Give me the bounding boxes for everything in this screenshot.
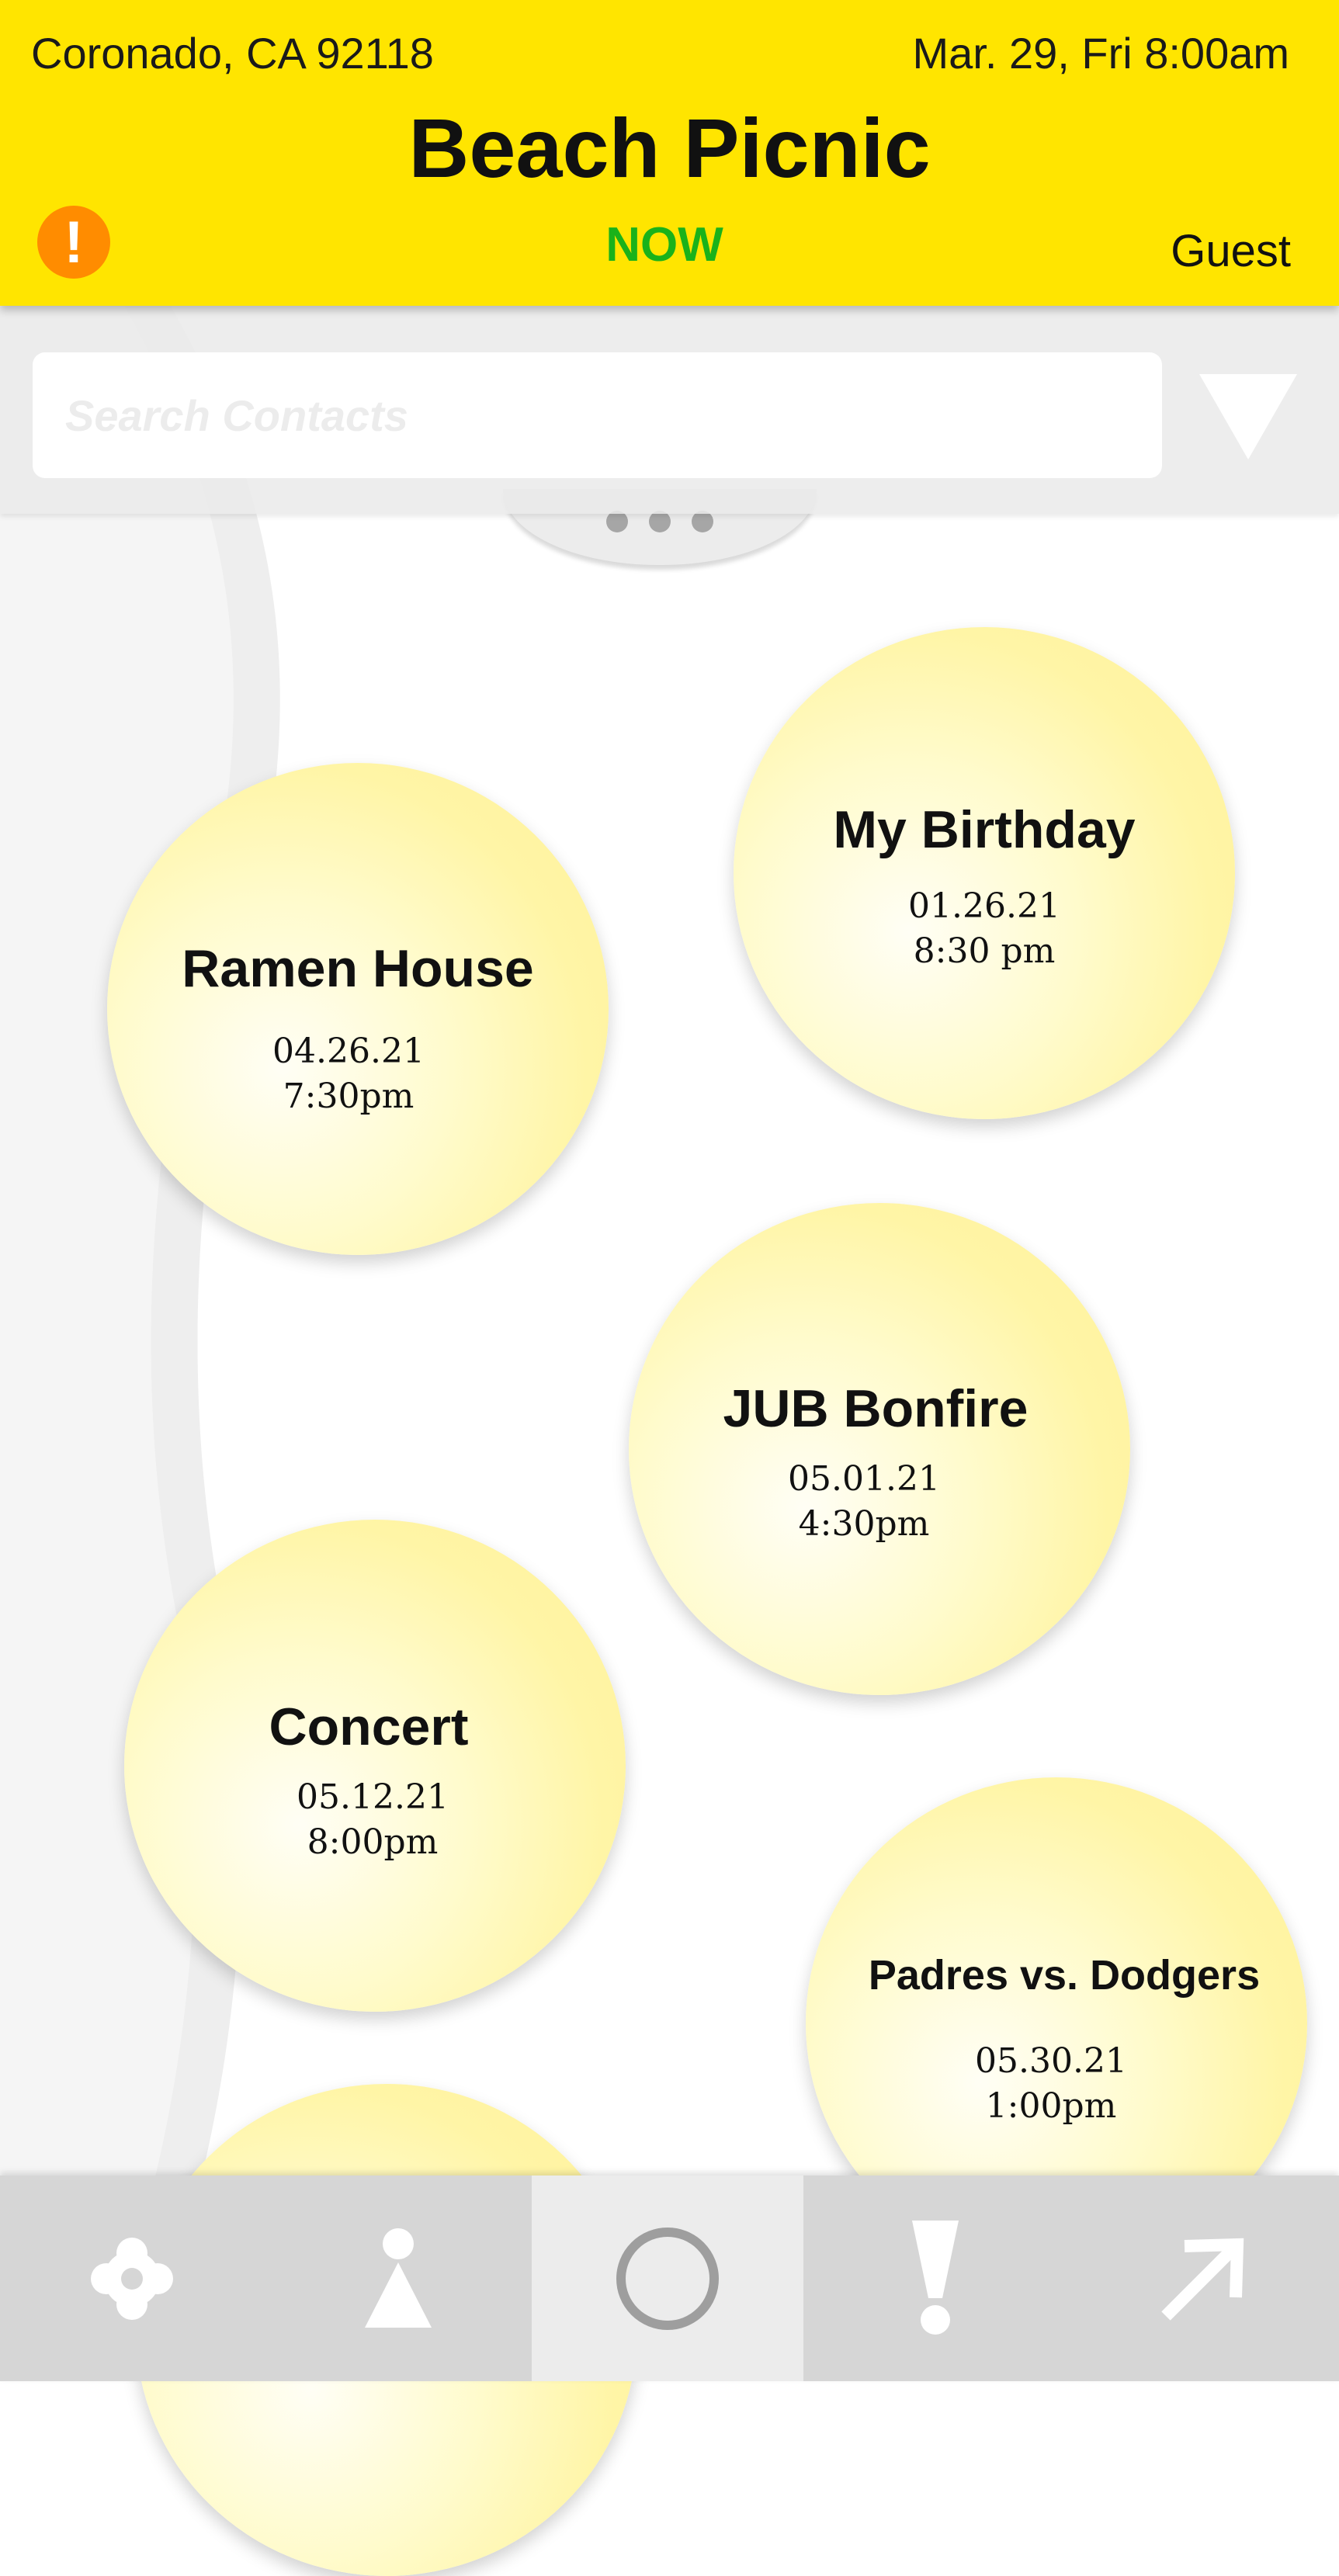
nav-item-alert[interactable] bbox=[803, 2176, 1067, 2381]
nav-item-share[interactable] bbox=[1067, 2176, 1339, 2381]
event-bubble-concert[interactable]: Concert 05.12.21 8:00pm bbox=[124, 1520, 626, 2012]
event-date: 05.01.21 bbox=[788, 1459, 940, 1499]
location-label: Coronado, CA 92118 bbox=[31, 29, 434, 78]
event-name: Padres vs. Dodgers bbox=[868, 1952, 1261, 1999]
event-time: 4:30pm bbox=[798, 1504, 930, 1544]
handle-dot bbox=[606, 511, 628, 532]
dropdown-triangle-icon[interactable] bbox=[1199, 374, 1297, 459]
event-bubble-jub-bonfire[interactable]: JUB Bonfire 05.01.21 4:30pm bbox=[629, 1203, 1130, 1695]
arrow-up-right-icon bbox=[1161, 2238, 1244, 2321]
app-header: Coronado, CA 92118 Mar. 29, Fri 8:00am B… bbox=[0, 0, 1339, 306]
datetime-label: Mar. 29, Fri 8:00am bbox=[912, 29, 1289, 78]
event-date: 05.12.21 bbox=[297, 1777, 449, 1817]
event-name: Ramen House bbox=[182, 939, 534, 998]
event-name: JUB Bonfire bbox=[723, 1379, 1029, 1438]
handle-dot bbox=[692, 511, 713, 532]
event-time: 8:30 pm bbox=[913, 931, 1056, 971]
person-icon bbox=[364, 2228, 432, 2328]
event-date: 04.26.21 bbox=[272, 1031, 425, 1071]
nav-item-person[interactable] bbox=[264, 2176, 532, 2381]
status-now[interactable]: NOW bbox=[0, 217, 1329, 272]
search-input[interactable] bbox=[33, 352, 1162, 478]
event-time: 7:30pm bbox=[283, 1077, 415, 1116]
nav-item-settings[interactable] bbox=[0, 2176, 264, 2381]
event-time: 8:00pm bbox=[307, 1822, 439, 1862]
user-label[interactable]: Guest bbox=[1171, 225, 1291, 277]
handle-dot bbox=[649, 511, 671, 532]
alert-icon bbox=[912, 2220, 959, 2335]
bottom-nav bbox=[0, 2176, 1339, 2381]
event-bubble-ramen-house[interactable]: Ramen House 04.26.21 7:30pm bbox=[107, 763, 609, 1255]
circle-icon bbox=[616, 2227, 719, 2330]
event-bubble-my-birthday[interactable]: My Birthday 01.26.21 8:30 pm bbox=[734, 627, 1235, 1119]
event-name: Concert bbox=[269, 1697, 469, 1756]
nav-item-circle[interactable] bbox=[532, 2176, 803, 2381]
event-name: My Birthday bbox=[833, 800, 1136, 859]
event-date: 01.26.21 bbox=[908, 886, 1060, 926]
page-title: Beach Picnic bbox=[408, 101, 931, 195]
event-time: 1:00pm bbox=[985, 2086, 1117, 2126]
settings-icon bbox=[91, 2237, 173, 2320]
search-panel bbox=[0, 306, 1339, 514]
event-date: 05.30.21 bbox=[975, 2041, 1127, 2081]
